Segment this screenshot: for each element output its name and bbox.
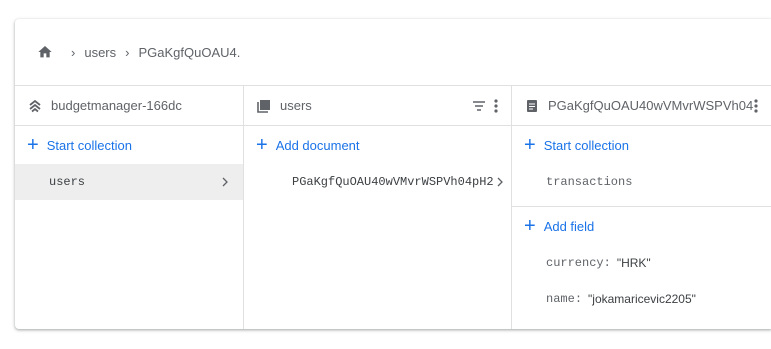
document-column: PGaKgfQuOAU40wVMvrWSPVh04pH2 + Start col… [512,86,771,329]
add-document-button[interactable]: + Add document [244,126,511,164]
more-vert-icon[interactable] [493,98,499,114]
document-column-header: PGaKgfQuOAU40wVMvrWSPVh04pH2 [512,86,771,126]
firestore-data-panel: › users › PGaKgfQuOAU4. budgetmanager-16… [15,19,771,329]
plus-icon: + [27,134,39,156]
start-collection-button[interactable]: + Start collection [15,126,243,164]
field-key: name [546,292,575,306]
chevron-right-icon [494,176,506,188]
breadcrumb: › users › PGaKgfQuOAU4. [15,19,771,86]
field-row-currency[interactable]: currency : "HRK" [512,245,771,281]
add-field-button[interactable]: + Add field [512,207,771,245]
more-vert-icon[interactable] [753,98,759,114]
chevron-right-icon: › [125,44,130,60]
field-value: "jokamaricevic2205" [588,292,696,306]
collection-icon [256,98,272,114]
plus-icon: + [524,134,536,156]
plus-icon: + [256,134,268,156]
document-title: PGaKgfQuOAU40wVMvrWSPVh04pH2 [548,98,753,113]
firestore-project-icon [27,98,43,114]
collection-title: users [280,98,312,113]
chevron-right-icon [219,176,231,188]
breadcrumb-item-users[interactable]: users [84,45,116,60]
document-icon [524,98,540,114]
collection-column: users + Add document PGaKgfQuOAU40wVMvrW… [244,86,512,329]
plus-icon: + [524,215,536,237]
field-value: "HRK" [616,256,651,270]
filter-icon[interactable] [471,98,487,114]
start-subcollection-button[interactable]: + Start collection [512,126,771,164]
collection-column-header: users [244,86,511,126]
chevron-right-icon: › [71,44,76,60]
field-row-name[interactable]: name : "jokamaricevic2205" [512,281,771,317]
project-title: budgetmanager-166dc [51,98,182,113]
field-key: currency [546,256,604,270]
root-column-header: budgetmanager-166dc [15,86,243,126]
root-column: budgetmanager-166dc + Start collection u… [15,86,244,329]
subcollection-item-transactions[interactable]: transactions [512,164,771,200]
breadcrumb-item-document[interactable]: PGaKgfQuOAU4. [138,45,240,60]
home-icon[interactable] [37,44,53,60]
collection-item-users[interactable]: users [15,164,243,200]
document-item[interactable]: PGaKgfQuOAU40wVMvrWSPVh04pH2 [244,164,511,200]
